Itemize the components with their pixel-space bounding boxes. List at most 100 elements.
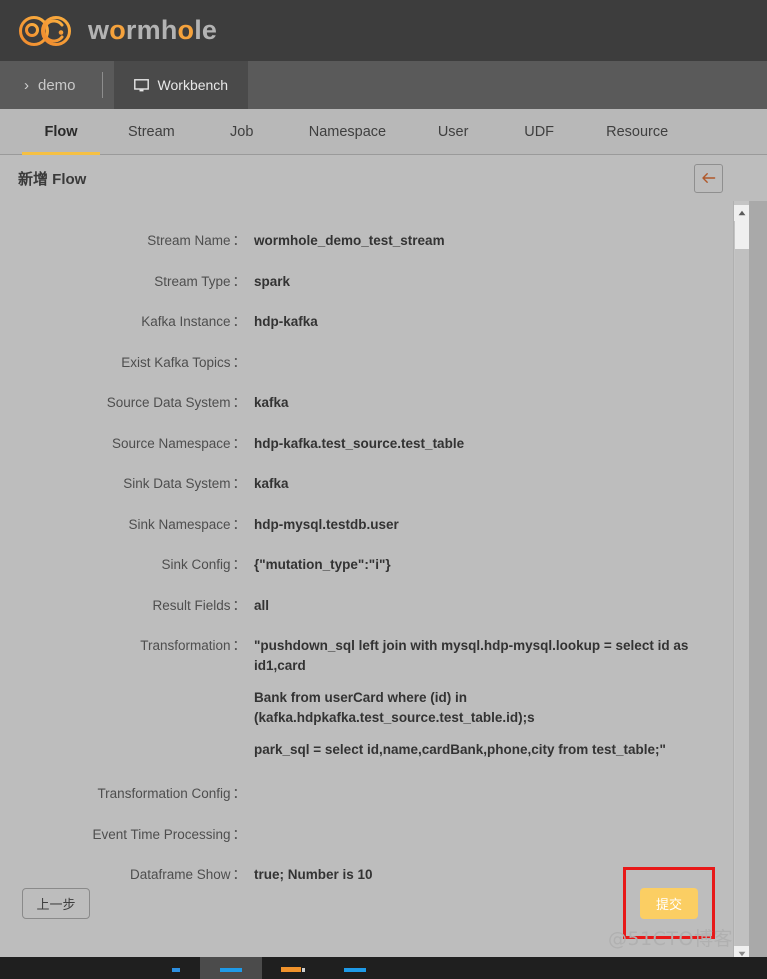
label-colon: ： (232, 233, 247, 248)
tab-job[interactable]: Job (199, 109, 285, 154)
field-value: hdp-kafka (254, 314, 318, 329)
tab-resource[interactable]: Resource (582, 109, 692, 154)
label-colon: ： (232, 273, 247, 289)
back-button[interactable] (694, 163, 723, 193)
label-colon: ： (232, 826, 247, 842)
label-text: Sink Namespace (128, 516, 231, 532)
label-colon: ： (232, 314, 247, 329)
label-text: Stream Name (147, 233, 231, 248)
field-value: wormhole_demo_test_stream (254, 233, 445, 248)
field-label: Kafka Instance： (0, 312, 252, 332)
taskbar-item-1[interactable] (138, 957, 200, 979)
bar-divider (101, 72, 103, 98)
transformation-line: "pushdown_sql left join with mysql.hdp-m… (254, 638, 689, 673)
label-colon: ： (232, 354, 247, 370)
label-colon: ： (232, 395, 247, 410)
tab-namespace[interactable]: Namespace (285, 109, 410, 154)
vertical-scrollbar[interactable] (733, 201, 750, 965)
field-value: hdp-kafka.test_source.test_table (254, 435, 465, 451)
label-text: Kafka Instance (141, 314, 231, 329)
label-text: Sink Config (161, 557, 231, 572)
field-label: Stream Type： (0, 272, 252, 292)
label-text: Source Namespace (111, 435, 231, 451)
transformation-line: Bank from userCard where (id) in (kafka.… (254, 690, 535, 725)
label-colon: ： (232, 516, 247, 532)
arrow-left-icon (701, 172, 716, 184)
project-selector[interactable]: › demo (0, 61, 102, 109)
project-bar: › demo Workbench (0, 61, 767, 109)
label-text: Event Time Processing (92, 826, 231, 842)
field-value: "pushdown_sql left join with mysql.hdp-m… (252, 636, 692, 760)
label-text: Transformation (140, 638, 231, 653)
field-transformation: Transformation： "pushdown_sql left join … (0, 636, 737, 760)
field-source-data-system: Source Data System： kafka (0, 393, 737, 413)
field-result-fields: Result Fields： all (0, 596, 737, 616)
label-colon: ： (232, 435, 247, 451)
field-label: Sink Data System： (0, 474, 252, 494)
tab-namespace-label: Namespace (308, 123, 387, 140)
page-title-row: 新增 Flow (0, 155, 767, 201)
label-text: Result Fields (152, 597, 231, 613)
os-taskbar (0, 957, 767, 979)
label-colon: ： (232, 786, 247, 801)
tab-user[interactable]: User (410, 109, 496, 154)
field-value: kafka (254, 395, 289, 410)
label-text: Stream Type (154, 273, 231, 289)
scroll-up-arrow-icon[interactable] (734, 205, 750, 221)
field-stream-name: Stream Name： wormhole_demo_test_stream (0, 231, 737, 251)
form-footer: 上一步 提交 (0, 865, 767, 941)
wormhole-logo-icon (16, 11, 76, 51)
field-stream-type: Stream Type： spark (0, 272, 737, 292)
field-transformation-config: Transformation Config： (0, 784, 737, 804)
tab-stream-label: Stream (128, 123, 175, 140)
right-gutter (749, 201, 767, 965)
tab-job-label: Job (230, 123, 254, 140)
content-area: Stream Name： wormhole_demo_test_stream S… (0, 201, 767, 965)
field-event-time-processing: Event Time Processing： (0, 825, 737, 845)
previous-step-button[interactable]: 上一步 (22, 887, 90, 919)
field-sink-data-system: Sink Data System： kafka (0, 474, 737, 494)
field-value: hdp-mysql.testdb.user (254, 516, 399, 532)
label-colon: ： (232, 638, 247, 653)
label-text: Exist Kafka Topics (121, 354, 231, 370)
app-window: wormhole › demo Workbench Flow Stream Jo… (0, 0, 767, 979)
project-label: demo (38, 76, 76, 94)
field-value: all (254, 597, 270, 613)
transformation-line: park_sql = select id,name,cardBank,phone… (254, 742, 666, 757)
scrollbar-thumb[interactable] (735, 221, 749, 249)
field-label: Exist Kafka Topics： (0, 353, 252, 373)
field-kafka-instance: Kafka Instance： hdp-kafka (0, 312, 737, 332)
submit-button[interactable]: 提交 (640, 887, 698, 919)
workbench-label: Workbench (157, 77, 229, 93)
app-header: wormhole (0, 0, 767, 61)
scrollbar-rail[interactable] (735, 249, 749, 946)
workbench-tab[interactable]: Workbench (113, 61, 249, 109)
monitor-icon (133, 78, 149, 92)
taskbar-item-3[interactable] (262, 957, 324, 979)
taskbar-item-2[interactable] (200, 957, 262, 979)
tab-udf[interactable]: UDF (496, 109, 582, 154)
field-sink-namespace: Sink Namespace： hdp-mysql.testdb.user (0, 515, 737, 535)
field-value: spark (254, 273, 291, 289)
tab-stream[interactable]: Stream (104, 109, 199, 154)
brand-logo[interactable]: wormhole (16, 11, 217, 51)
field-label: Sink Namespace： (0, 515, 252, 535)
field-label: Result Fields： (0, 596, 252, 616)
label-colon: ： (232, 557, 247, 572)
label-colon: ： (232, 597, 247, 613)
label-colon: ： (232, 476, 247, 491)
tab-user-label: User (437, 123, 469, 140)
field-label: Transformation： (0, 636, 252, 656)
field-value: kafka (254, 476, 289, 491)
taskbar-item-4[interactable] (324, 957, 386, 979)
label-text: Sink Data System (123, 476, 231, 491)
field-label: Stream Name： (0, 231, 252, 251)
field-exist-kafka-topics: Exist Kafka Topics： (0, 353, 737, 373)
label-text: Transformation Config (97, 786, 231, 801)
flow-summary-form: Stream Name： wormhole_demo_test_stream S… (0, 201, 737, 965)
tab-resource-label: Resource (606, 123, 669, 140)
tab-udf-label: UDF (524, 123, 555, 140)
brand-name: wormhole (88, 15, 218, 45)
nav-tabs: Flow Stream Job Namespace User UDF Resou… (0, 109, 767, 155)
tab-flow[interactable]: Flow (18, 109, 104, 155)
